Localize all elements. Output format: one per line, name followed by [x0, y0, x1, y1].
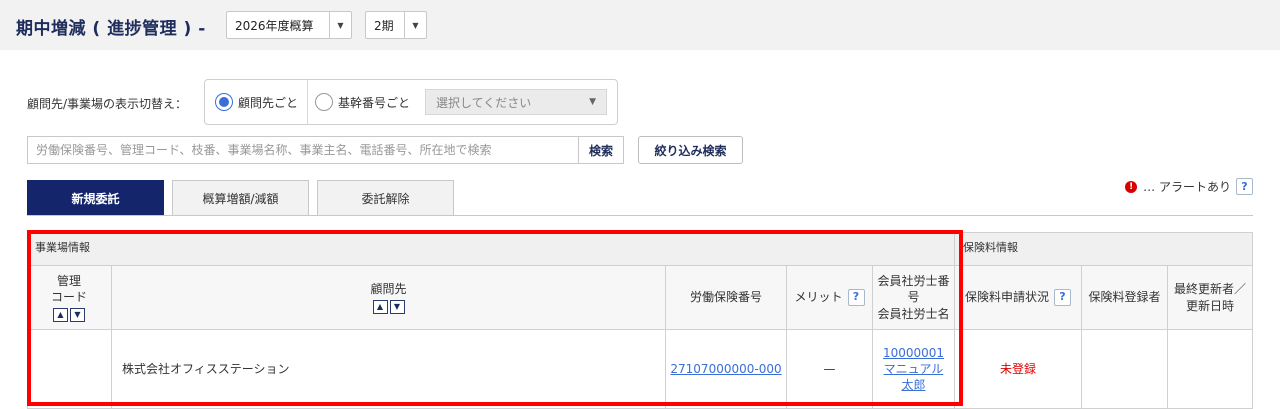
cell-registrant — [1082, 330, 1168, 409]
cell-premium-status: 未登録 — [955, 330, 1082, 409]
tab-underline — [27, 215, 1253, 216]
base-number-select[interactable]: 選択してください ▼ — [425, 89, 607, 115]
period-select[interactable]: 2期 ▼ — [365, 11, 427, 39]
search-button[interactable]: 検索 — [578, 137, 623, 163]
column-header-premium-status: 保険料申請状況 ? — [955, 266, 1082, 330]
column-header-labor-insurance-no: 労働保険番号 — [666, 266, 787, 330]
page-title: 期中増減 ( 進捗管理 ) - — [16, 19, 206, 39]
divider — [307, 80, 308, 124]
cell-member: 10000001 マニュアル 太郎 — [873, 330, 955, 409]
member-no-link[interactable]: 10000001 — [883, 345, 944, 361]
fiscal-year-select[interactable]: 2026年度概算 ▼ — [226, 11, 352, 39]
base-number-placeholder: 選択してください — [436, 95, 532, 110]
radio-unselected-icon[interactable] — [315, 93, 333, 111]
sort-controls: ▲ ▼ — [53, 308, 85, 323]
radio-by-client[interactable]: 顧問先ごと — [215, 93, 298, 111]
radio-selected-icon[interactable] — [215, 93, 233, 111]
header-text: 号 — [907, 290, 920, 305]
help-icon[interactable]: ? — [1054, 289, 1071, 306]
member-name-link[interactable]: マニュアル — [884, 361, 944, 377]
alert-legend-text: … アラートあり — [1143, 180, 1231, 194]
help-icon[interactable]: ? — [1236, 178, 1253, 195]
progress-table: 事業場情報 保険料情報 管理 コード ▲ ▼ 顧問先 ▲ ▼ 労働保険番号 メリ… — [27, 232, 1253, 409]
column-header-updated: 最終更新者／ 更新日時 — [1168, 266, 1253, 330]
cell-kanri-code — [27, 330, 112, 409]
caret-down-icon: ▼ — [589, 97, 596, 107]
fiscal-year-value: 2026年度概算 — [235, 18, 314, 33]
column-header-member: 会員社労士番 号 会員社労士名 — [873, 266, 955, 330]
help-icon[interactable]: ? — [847, 289, 865, 306]
top-bar: 期中増減 ( 進捗管理 ) - 2026年度概算 ▼ 2期 ▼ — [0, 0, 1280, 50]
group-header-office: 事業場情報 — [27, 232, 955, 266]
radio-by-base-number[interactable]: 基幹番号ごと — [315, 93, 410, 111]
cell-updated — [1168, 330, 1253, 409]
display-switch-label: 顧問先/事業場の表示切替え： — [27, 97, 188, 111]
labor-insurance-no-link[interactable]: 27107000000-000 — [670, 361, 781, 377]
sort-desc-icon[interactable]: ▼ — [70, 308, 85, 323]
member-name-link[interactable]: 太郎 — [901, 377, 925, 393]
header-text: 会員社労士名 — [877, 306, 950, 321]
header-text: 最終更新者／ — [1173, 282, 1246, 297]
display-switch-panel: 顧問先ごと 基幹番号ごと 選択してください ▼ — [204, 79, 618, 125]
sort-asc-icon[interactable]: ▲ — [372, 300, 388, 315]
tab-estimate-change[interactable]: 概算増額/減額 — [172, 180, 309, 216]
alert-icon: ! — [1125, 180, 1138, 193]
group-header-premium: 保険料情報 — [955, 232, 1253, 266]
header-text: 顧問先 — [370, 281, 407, 296]
tab-contract-cancel[interactable]: 委託解除 — [317, 180, 454, 216]
column-header-merit: メリット ? — [787, 266, 873, 330]
header-text: メリット — [794, 290, 843, 305]
alert-legend: ! … アラートあり ? — [1125, 178, 1253, 195]
radio-by-base-number-label: 基幹番号ごと — [338, 95, 411, 110]
search-input[interactable] — [28, 137, 578, 163]
filter-search-button[interactable]: 絞り込み検索 — [638, 136, 743, 164]
sort-asc-icon[interactable]: ▲ — [53, 308, 68, 323]
sort-controls: ▲ ▼ — [372, 300, 405, 315]
chevron-down-icon[interactable]: ▼ — [404, 12, 426, 38]
column-header-registrant: 保険料登録者 — [1082, 266, 1168, 330]
radio-by-client-label: 顧問先ごと — [238, 95, 299, 110]
chevron-down-icon[interactable]: ▼ — [329, 12, 351, 38]
header-text: 会員社労士番 — [877, 274, 950, 289]
header-text: 更新日時 — [1185, 298, 1234, 313]
sort-desc-icon[interactable]: ▼ — [389, 300, 405, 315]
column-header-client: 顧問先 ▲ ▼ — [112, 266, 666, 330]
header-text: コード — [50, 290, 87, 304]
period-value: 2期 — [374, 18, 394, 33]
cell-labor-insurance-no: 27107000000-000 — [666, 330, 787, 409]
cell-client-name: 株式会社オフィスステーション — [112, 330, 666, 409]
search-bar: 検索 — [27, 136, 624, 164]
header-text: 保険料申請状況 — [964, 290, 1049, 305]
header-text: 管理 — [56, 273, 81, 288]
column-header-kanri-code: 管理 コード ▲ ▼ — [27, 266, 112, 330]
tab-new-contract[interactable]: 新規委託 — [27, 180, 164, 216]
cell-merit: — — [787, 330, 873, 409]
